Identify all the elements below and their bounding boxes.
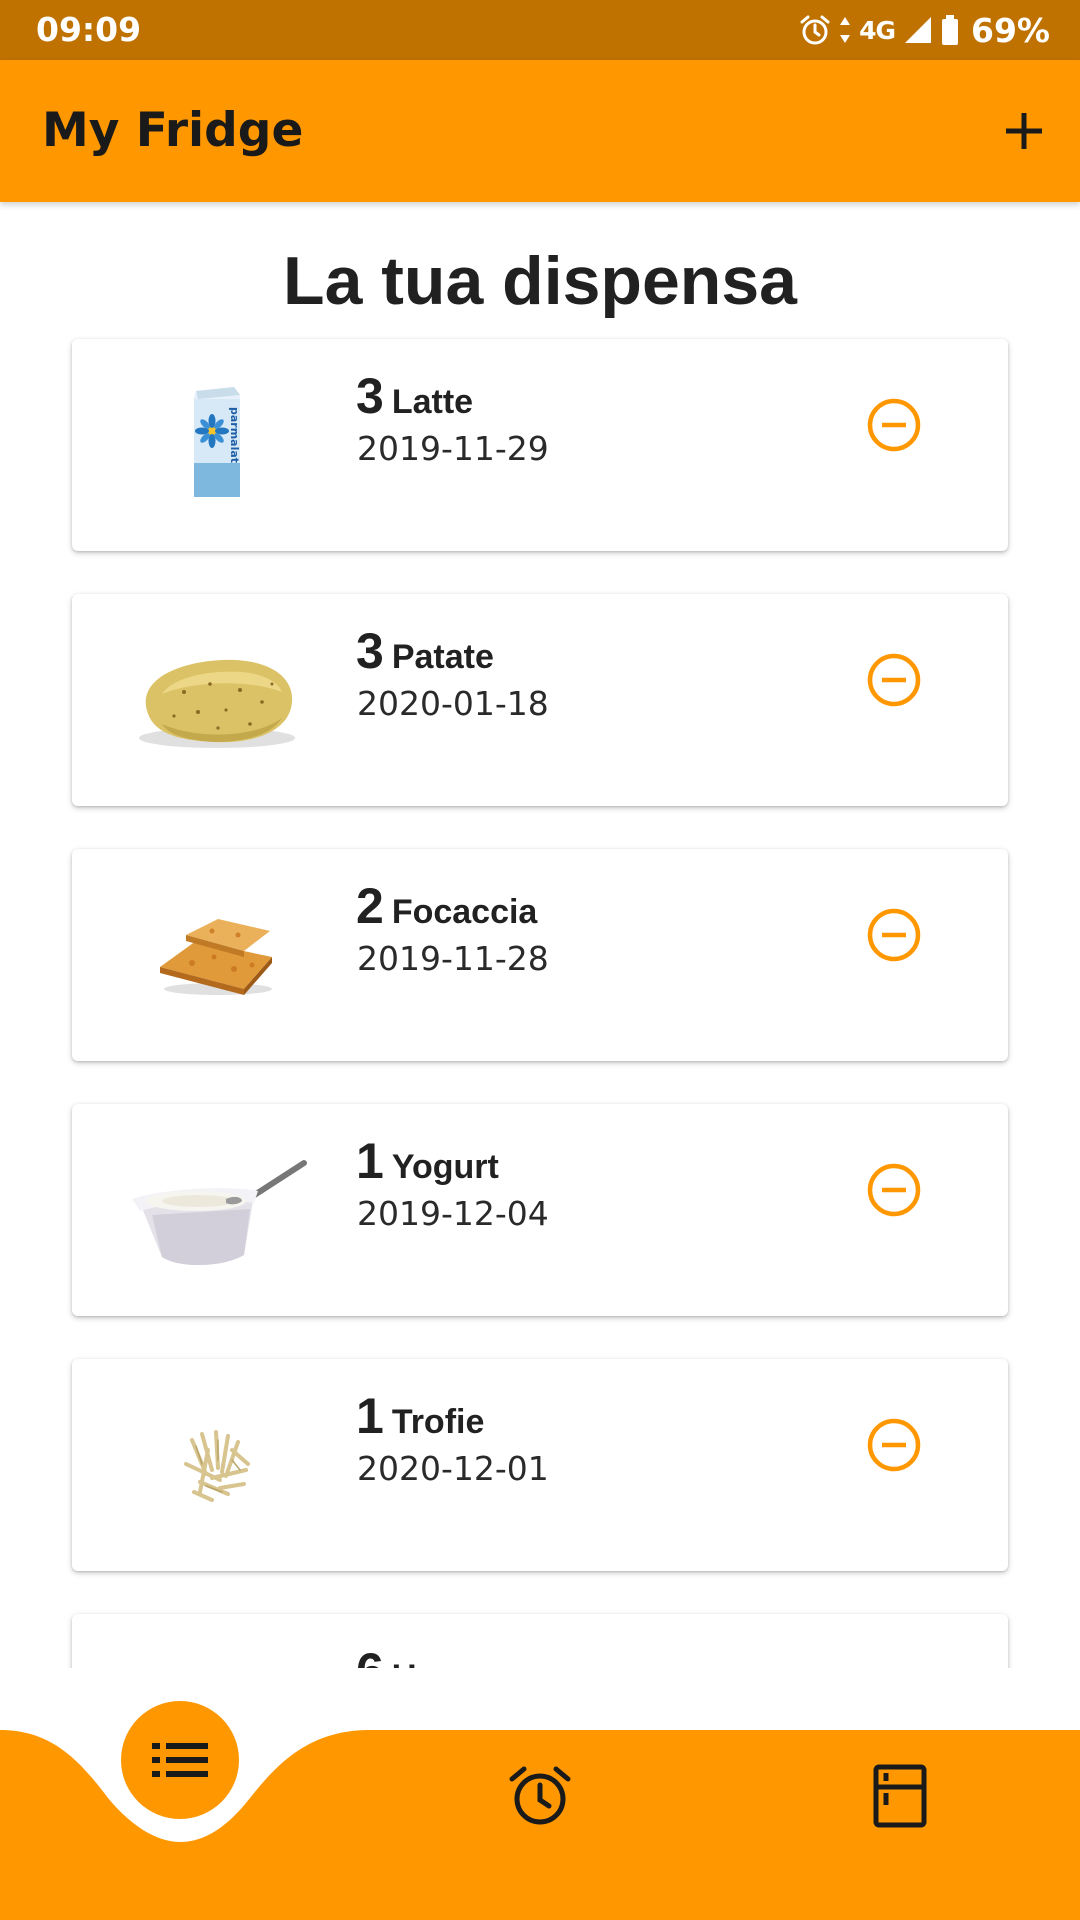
item-header: 2 Focaccia (356, 877, 537, 935)
list-item[interactable]: 1 Yogurt 2019-12-04 (72, 1104, 1008, 1316)
pantry-list[interactable]: La tua dispensa parmalat 3 Latte 2019-11… (0, 202, 1080, 1668)
add-button[interactable] (984, 91, 1064, 171)
status-icons: 4G 69% (799, 0, 1050, 60)
item-expiry-date: 2020-12-01 (357, 1449, 549, 1488)
item-expiry-date: 2019-11-28 (357, 939, 549, 978)
minus-circle-icon (867, 398, 921, 452)
item-image (122, 614, 312, 786)
item-name: Latte (391, 383, 474, 421)
minus-circle-icon (867, 908, 921, 962)
signal-icon (903, 15, 933, 45)
item-name: Trofie (391, 1403, 485, 1441)
minus-circle-icon (867, 1418, 921, 1472)
list-item[interactable]: 2 Focaccia 2019-11-28 (72, 849, 1008, 1061)
app-bar: My Fridge (0, 60, 1080, 202)
nav-fridge-button[interactable] (860, 1756, 940, 1836)
page-title: La tua dispensa (283, 243, 797, 319)
battery-percent: 69% (971, 10, 1050, 50)
bottom-navigation (0, 1668, 1080, 1920)
item-expiry-date: 2019-11-29 (357, 429, 549, 468)
remove-item-button[interactable] (862, 648, 926, 712)
item-name: Uova (392, 1658, 475, 1668)
item-header: 1 Trofie (356, 1387, 484, 1445)
item-expiry-date: 2020-01-18 (357, 684, 549, 723)
list-item[interactable]: 3 Patate 2020-01-18 (72, 594, 1008, 806)
status-bar: 09:09 4G 69% (0, 0, 1080, 60)
trofie-pasta-image (184, 1430, 250, 1502)
item-quantity: 6 (356, 1643, 384, 1668)
item-name: Yogurt (391, 1148, 499, 1186)
item-expiry-date: 2019-12-04 (357, 1194, 549, 1233)
item-header: 3 Patate (356, 622, 494, 680)
item-image: parmalat (122, 359, 312, 531)
network-type: 4G (859, 15, 896, 45)
list-icon (152, 1743, 208, 1777)
battery-icon (941, 14, 959, 46)
item-quantity: 3 (356, 623, 384, 679)
status-time: 09:09 (36, 10, 142, 49)
fridge-icon (873, 1764, 927, 1828)
alarm-clock-icon (509, 1766, 571, 1825)
minus-circle-icon (867, 653, 921, 707)
remove-item-button[interactable] (862, 1413, 926, 1477)
list-item[interactable]: 1 Trofie 2020-12-01 (72, 1359, 1008, 1571)
item-quantity: 1 (356, 1133, 384, 1189)
item-quantity: 3 (356, 368, 384, 424)
remove-item-button[interactable] (862, 393, 926, 457)
item-name: Focaccia (391, 893, 538, 931)
yogurt-image (132, 1160, 307, 1266)
item-image (122, 1379, 312, 1551)
item-name: Patate (391, 638, 494, 676)
remove-item-button[interactable] (862, 903, 926, 967)
item-image (122, 869, 312, 1041)
item-header: 3 Latte (356, 367, 473, 425)
focaccia-image (160, 919, 272, 995)
alarm-icon (799, 14, 831, 46)
milk-carton-image: parmalat (194, 387, 241, 497)
item-header: 6 Uova (356, 1642, 475, 1668)
item-header: 1 Yogurt (356, 1132, 499, 1190)
data-arrows-icon (839, 15, 851, 45)
item-quantity: 2 (356, 878, 384, 934)
list-item[interactable]: parmalat 3 Latte 2019-11-29 (72, 339, 1008, 551)
remove-item-button[interactable] (862, 1158, 926, 1222)
item-image (122, 1124, 312, 1296)
milk-carton-label: parmalat (228, 407, 241, 463)
potato-image (139, 659, 295, 748)
minus-circle-icon (867, 1163, 921, 1217)
item-quantity: 1 (356, 1388, 384, 1444)
nav-pantry-list-button[interactable] (121, 1701, 239, 1819)
app-title: My Fridge (42, 103, 304, 158)
list-item[interactable]: 6 Uova (72, 1614, 1008, 1668)
nav-expiring-button[interactable] (500, 1756, 580, 1836)
plus-icon (1006, 113, 1042, 149)
